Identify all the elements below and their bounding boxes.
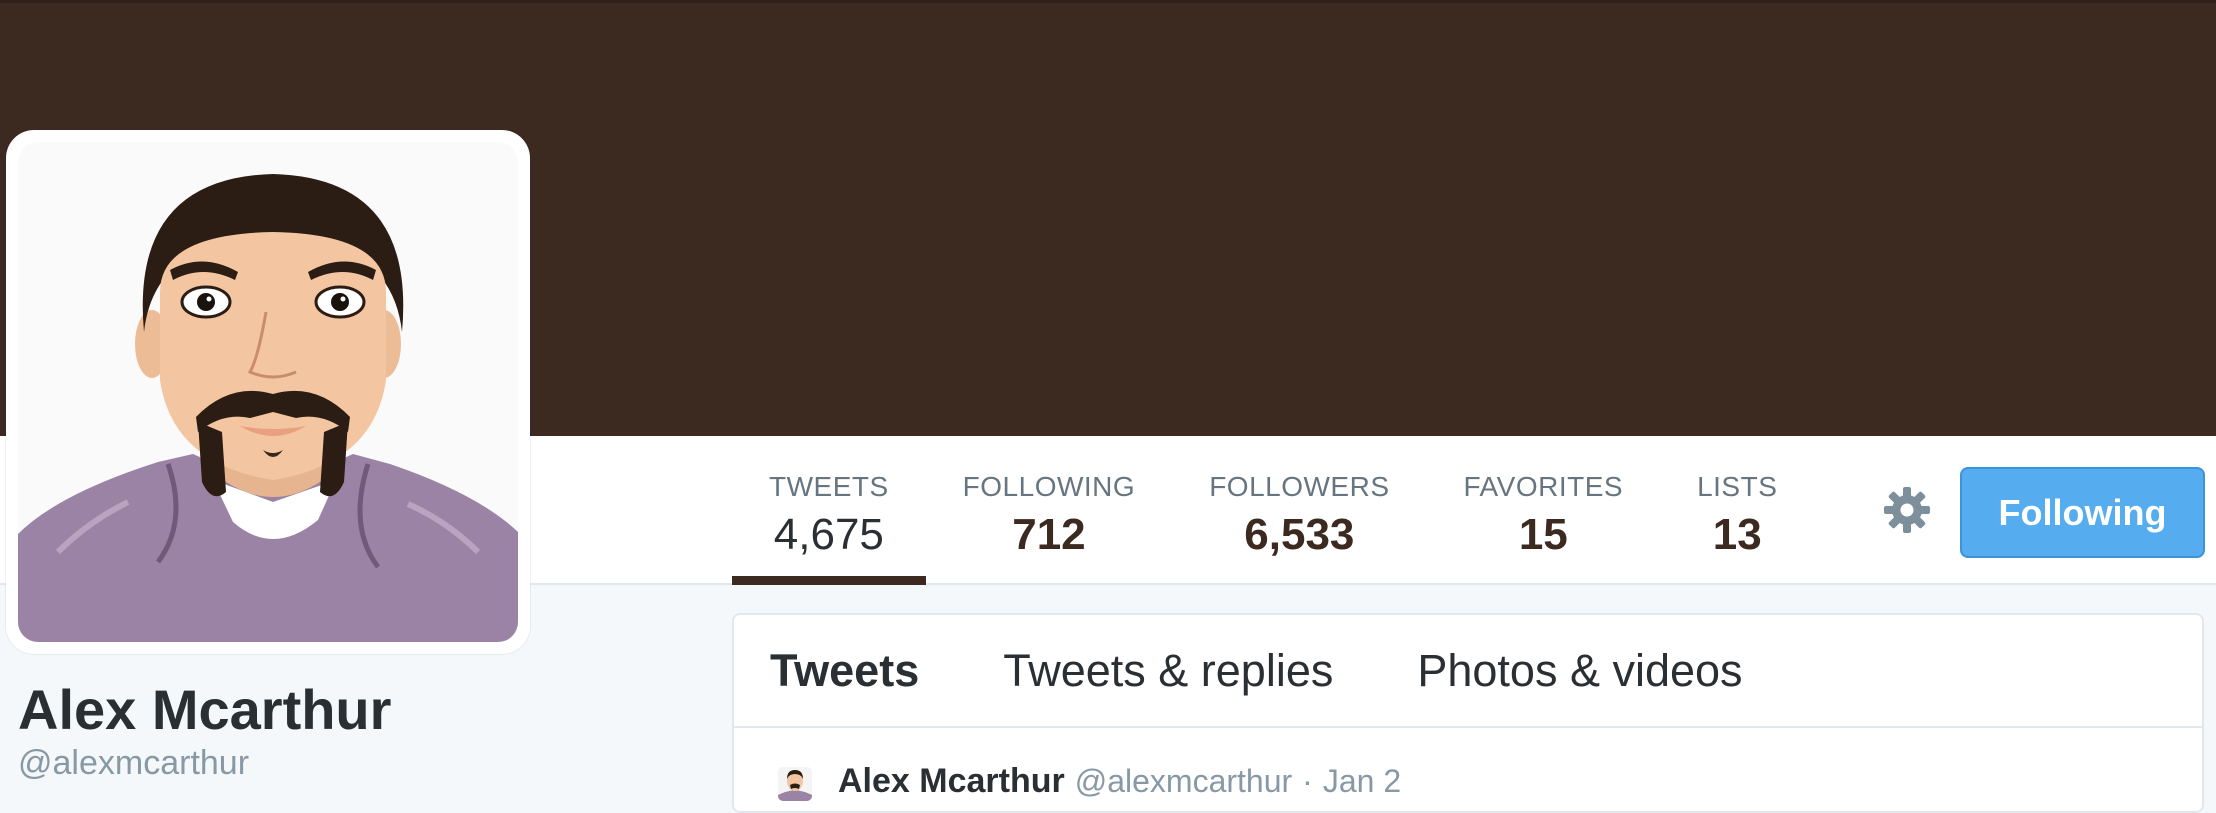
stat-tweets[interactable]: TWEETS 4,675 bbox=[732, 436, 926, 585]
stat-label: FOLLOWING bbox=[962, 471, 1136, 502]
profile-stats: TWEETS 4,675 FOLLOWING 712 FOLLOWERS 6,5… bbox=[732, 436, 1814, 585]
timeline-tabs: Tweets Tweets & replies Photos & videos bbox=[734, 615, 2202, 728]
timeline-panel: Tweets Tweets & replies Photos & videos … bbox=[732, 613, 2204, 813]
stat-label: LISTS bbox=[1697, 471, 1778, 502]
profile-name[interactable]: Alex Mcarthur bbox=[18, 682, 391, 738]
gear-icon[interactable] bbox=[1882, 485, 1932, 535]
stat-label: FAVORITES bbox=[1463, 471, 1624, 502]
avatar-image bbox=[18, 142, 518, 642]
stat-favorites[interactable]: FAVORITES 15 bbox=[1427, 436, 1661, 585]
stat-value: 6,533 bbox=[1244, 510, 1355, 559]
tweet-header: Alex Mcarthur @alexmcarthur · Jan 2 bbox=[778, 762, 1401, 801]
following-button[interactable]: Following bbox=[1960, 467, 2205, 558]
tweet-author-name[interactable]: Alex Mcarthur bbox=[838, 762, 1065, 800]
avatar-illustration bbox=[18, 142, 518, 642]
profile-handle[interactable]: @alexmcarthur bbox=[18, 746, 249, 780]
stat-value: 4,675 bbox=[773, 510, 884, 559]
stat-value: 13 bbox=[1712, 510, 1762, 559]
tweet-avatar-illustration bbox=[778, 767, 812, 801]
stat-value: 15 bbox=[1518, 510, 1568, 559]
profile-avatar[interactable] bbox=[6, 130, 530, 654]
tab-tweets[interactable]: Tweets bbox=[770, 648, 919, 693]
stat-followers[interactable]: FOLLOWERS 6,533 bbox=[1172, 436, 1426, 585]
stat-lists[interactable]: LISTS 13 bbox=[1660, 436, 1814, 585]
stat-label: FOLLOWERS bbox=[1209, 471, 1390, 502]
stat-following[interactable]: FOLLOWING 712 bbox=[926, 436, 1173, 585]
tab-tweets-and-replies[interactable]: Tweets & replies bbox=[1003, 648, 1333, 693]
stat-value: 712 bbox=[1012, 510, 1086, 559]
tweet-separator: · bbox=[1302, 763, 1313, 799]
tweet-avatar[interactable] bbox=[778, 767, 812, 801]
tweet-author-handle[interactable]: @alexmcarthur bbox=[1075, 763, 1292, 800]
stat-label: TWEETS bbox=[769, 471, 889, 502]
tab-photos-and-videos[interactable]: Photos & videos bbox=[1417, 648, 1742, 693]
tweet-timestamp[interactable]: Jan 2 bbox=[1323, 763, 1401, 800]
